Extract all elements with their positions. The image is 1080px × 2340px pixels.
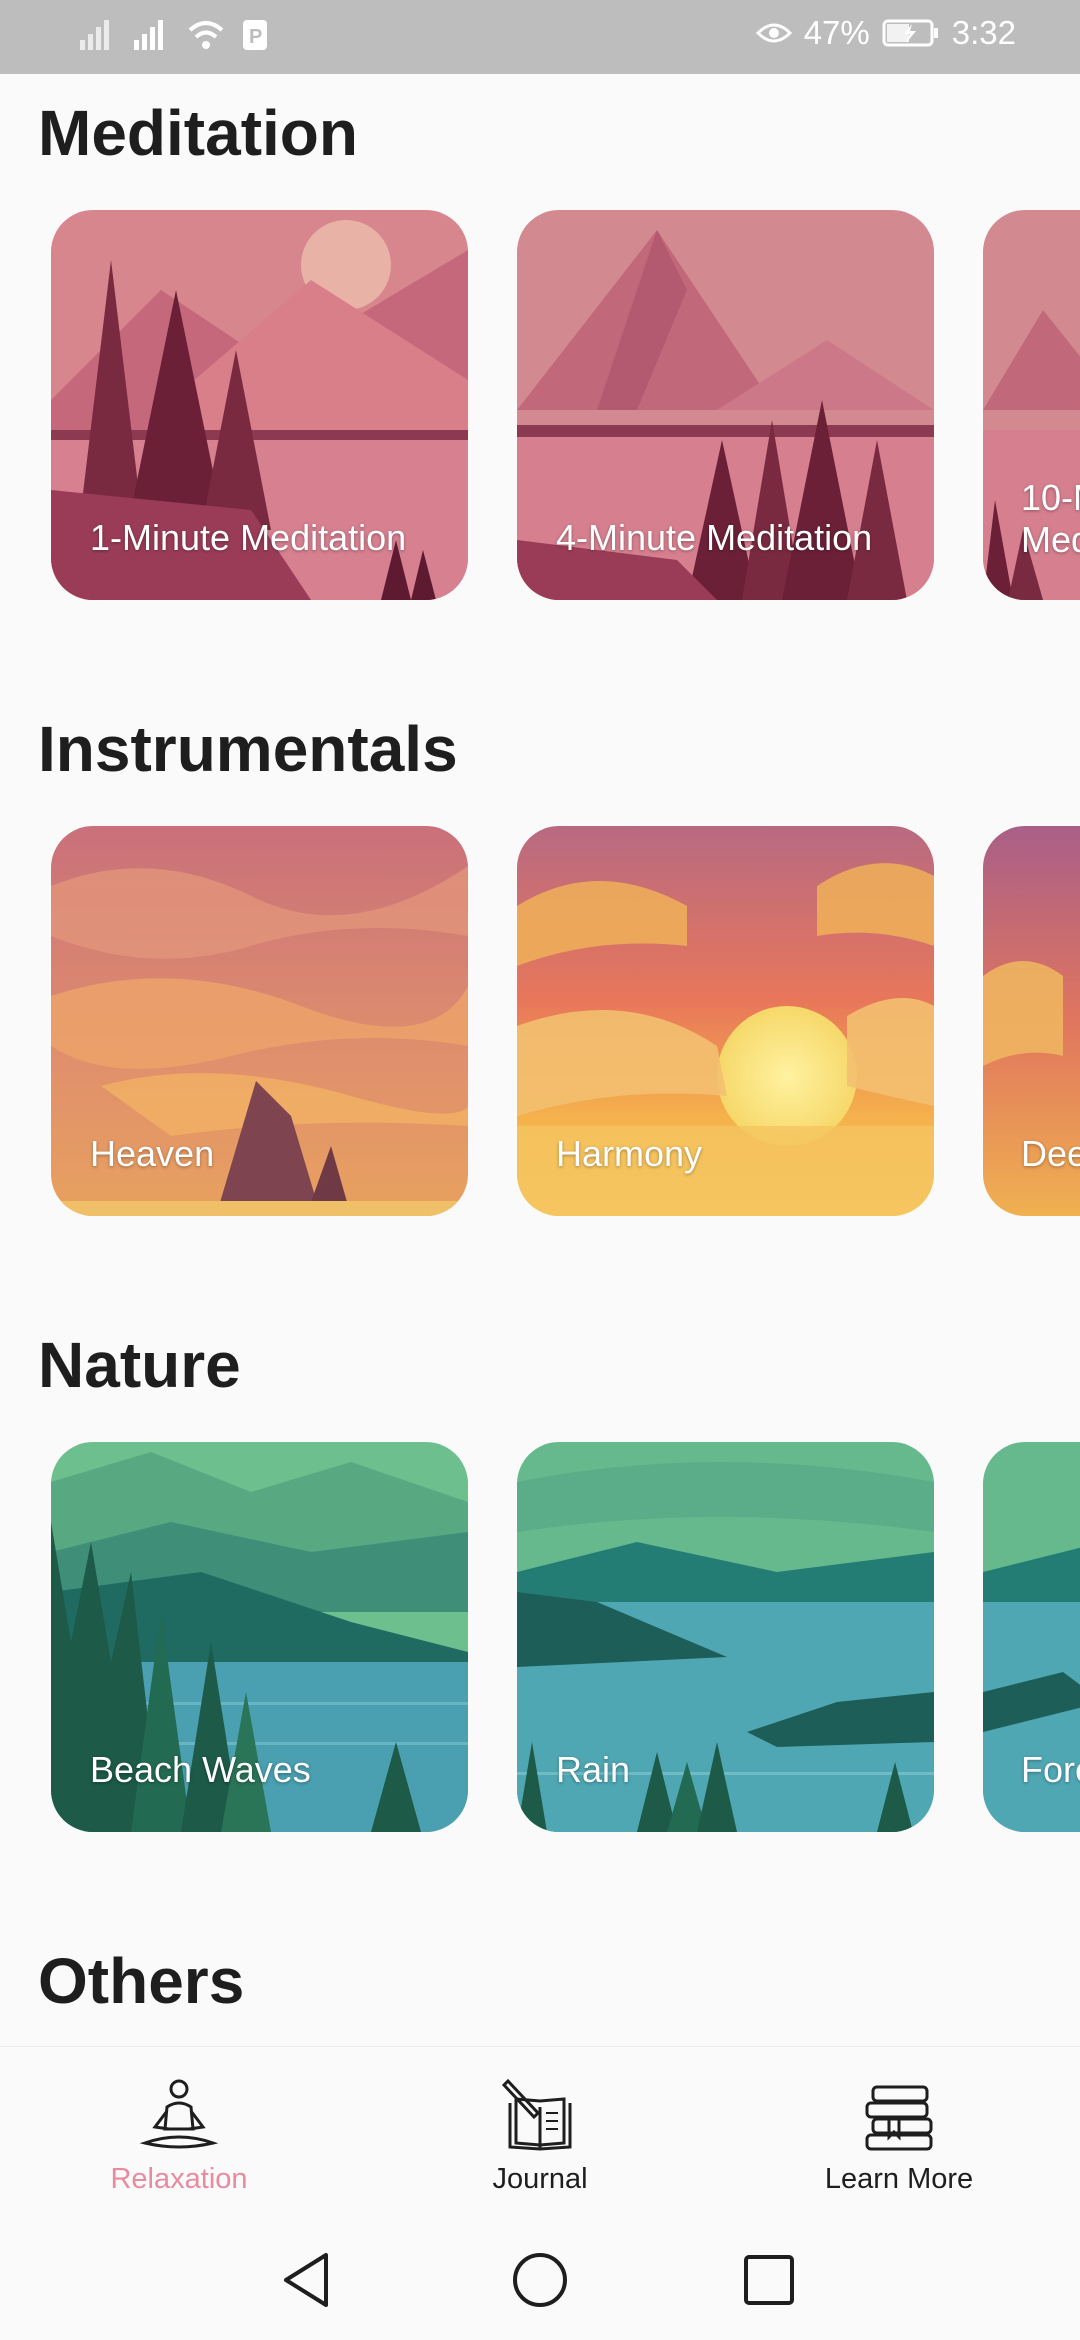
content-scroll[interactable]: Meditation 1-Minute Meditation 4-Minute … bbox=[0, 74, 1080, 2046]
nav-label-relaxation: Relaxation bbox=[110, 2163, 248, 2195]
card-rain[interactable]: Rain bbox=[517, 1442, 934, 1832]
meditation-icon bbox=[139, 2079, 219, 2149]
card-10-minute-meditation[interactable]: 10-Minute Meditation bbox=[983, 210, 1080, 600]
card-forest[interactable]: Forest bbox=[983, 1442, 1080, 1832]
section-title-meditation: Meditation bbox=[38, 97, 358, 169]
card-label: Deep Sleep bbox=[1021, 1132, 1080, 1174]
signal-icon bbox=[80, 20, 109, 50]
recents-icon[interactable] bbox=[738, 2249, 800, 2311]
battery-charging-icon bbox=[882, 19, 938, 47]
nav-tab-relaxation[interactable]: Relaxation bbox=[29, 2077, 329, 2196]
signal-icon bbox=[134, 20, 163, 50]
card-label: Harmony bbox=[556, 1132, 703, 1174]
system-navigation-bar bbox=[0, 2221, 1080, 2340]
parking-icon: P bbox=[243, 20, 267, 50]
nav-label-learn-more: Learn More bbox=[824, 2163, 974, 2195]
section-title-nature: Nature bbox=[38, 1329, 241, 1401]
home-icon[interactable] bbox=[509, 2249, 571, 2311]
svg-text:P: P bbox=[249, 26, 262, 48]
status-right: 47% 3:32 bbox=[755, 14, 1016, 52]
bottom-navigation: Relaxation Journal Learn More bbox=[0, 2046, 1080, 2221]
card-label: Heaven bbox=[90, 1132, 215, 1174]
battery-percent: 47% bbox=[803, 14, 870, 51]
card-label: Beach Waves bbox=[90, 1748, 311, 1790]
nav-tab-journal[interactable]: Journal bbox=[390, 2077, 690, 2196]
card-heaven[interactable]: Heaven bbox=[51, 826, 468, 1216]
wifi-icon bbox=[188, 21, 224, 49]
meditation-carousel[interactable]: 1-Minute Meditation 4-Minute Meditation bbox=[0, 210, 1080, 600]
instrumentals-carousel[interactable]: Heaven Harmony Dee bbox=[0, 826, 1080, 1216]
nav-label-journal: Journal bbox=[492, 2163, 588, 2195]
back-icon[interactable] bbox=[278, 2249, 340, 2311]
card-4-minute-meditation[interactable]: 4-Minute Meditation bbox=[517, 210, 934, 600]
section-title-instrumentals: Instrumentals bbox=[38, 713, 458, 785]
status-bar: P 47% 3:32 bbox=[0, 0, 1080, 74]
card-beach-waves[interactable]: Beach Waves bbox=[51, 1442, 468, 1832]
card-label: 4-Minute Meditation bbox=[556, 516, 873, 558]
nav-tab-learn-more[interactable]: Learn More bbox=[749, 2077, 1049, 2196]
card-1-minute-meditation[interactable]: 1-Minute Meditation bbox=[51, 210, 468, 600]
card-label: Forest bbox=[1021, 1748, 1080, 1790]
clock: 3:32 bbox=[951, 14, 1016, 51]
card-harmony[interactable]: Harmony bbox=[517, 826, 934, 1216]
eye-icon bbox=[755, 23, 792, 43]
status-left: P bbox=[78, 18, 268, 52]
books-icon bbox=[865, 2085, 933, 2151]
section-title-others: Others bbox=[38, 1945, 245, 2017]
card-label: 10-Minute Meditation bbox=[1021, 477, 1080, 560]
journal-icon bbox=[501, 2078, 572, 2151]
nature-carousel[interactable]: Beach Waves Rain For bbox=[0, 1442, 1080, 1832]
card-label: Rain bbox=[556, 1748, 631, 1790]
card-deep-sleep[interactable]: Deep Sleep bbox=[983, 826, 1080, 1216]
card-label: 1-Minute Meditation bbox=[90, 516, 407, 558]
